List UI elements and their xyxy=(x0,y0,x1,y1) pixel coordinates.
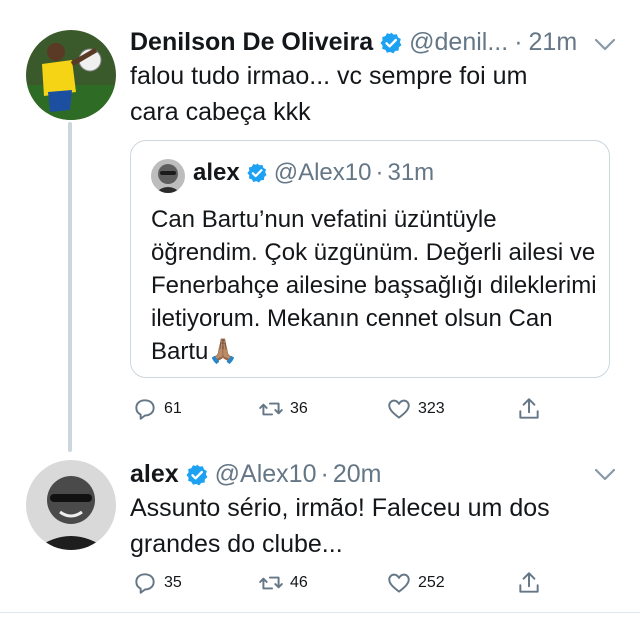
share-icon xyxy=(519,398,539,419)
player-photo xyxy=(26,30,116,120)
reply-button[interactable]: 35 xyxy=(132,570,182,596)
reply-icon xyxy=(135,399,155,420)
retweet-icon xyxy=(259,402,283,416)
retweet-count: 46 xyxy=(290,574,308,591)
display-name: alex xyxy=(193,159,240,186)
tweet-denilson[interactable]: Denilson De Oliveira @denil... · 21m fal… xyxy=(0,0,640,452)
alex-photo xyxy=(26,460,116,550)
verified-badge-icon xyxy=(380,32,402,53)
like-button[interactable]: 252 xyxy=(386,570,445,596)
separator-dot: · xyxy=(375,159,384,186)
like-icon xyxy=(388,399,410,419)
handle: @Alex10 xyxy=(273,159,372,186)
quoted-tweet-header: alex @Alex10 · 31m xyxy=(193,159,434,187)
chevron-down-icon[interactable] xyxy=(594,38,616,52)
share-button[interactable] xyxy=(516,396,542,422)
reply-count: 35 xyxy=(164,574,182,591)
verified-badge-icon xyxy=(186,464,208,485)
retweet-count: 36 xyxy=(290,400,308,417)
reply-icon xyxy=(135,573,155,594)
retweet-button[interactable]: 46 xyxy=(258,570,308,596)
thread-connector xyxy=(68,122,72,452)
tweet-text: Assunto sério, irmão! Faleceu um dos gra… xyxy=(130,494,550,558)
separator-dot: · xyxy=(320,460,329,488)
tweet-header: alex @Alex10 · 20m xyxy=(130,460,381,489)
tweet-divider xyxy=(0,612,640,613)
avatar xyxy=(151,159,185,193)
quoted-tweet[interactable]: alex @Alex10 · 31m Can Bartu’nun vefatin… xyxy=(130,140,610,378)
like-count: 323 xyxy=(418,400,445,417)
like-count: 252 xyxy=(418,574,445,591)
separator-dot: · xyxy=(514,28,523,56)
tweet-header: Denilson De Oliveira @denil... · 21m xyxy=(130,28,577,57)
retweet-button[interactable]: 36 xyxy=(258,396,308,422)
timestamp: 31m xyxy=(387,159,435,186)
quoted-tweet-text: Can Bartu’nun vefatini üzüntüyle öğrendi… xyxy=(151,206,597,365)
timestamp[interactable]: 20m xyxy=(333,460,382,489)
like-button[interactable]: 323 xyxy=(386,396,445,422)
display-name[interactable]: Denilson De Oliveira xyxy=(130,28,373,57)
verified-badge-icon xyxy=(247,163,267,183)
retweet-icon xyxy=(259,576,283,590)
handle[interactable]: @Alex10 xyxy=(215,460,317,489)
display-name[interactable]: alex xyxy=(130,460,179,489)
reply-button[interactable]: 61 xyxy=(132,396,182,422)
handle[interactable]: @denil... xyxy=(409,28,508,57)
tweet-alex[interactable]: alex @Alex10 · 20m Assunto sério, irmão!… xyxy=(0,452,640,612)
like-icon xyxy=(388,573,410,593)
timestamp[interactable]: 21m xyxy=(529,28,578,57)
avatar[interactable] xyxy=(26,460,116,550)
alex-photo xyxy=(151,159,185,193)
share-icon xyxy=(519,572,539,593)
chevron-down-icon[interactable] xyxy=(594,468,616,482)
tweet-text: falou tudo irmao... vc sempre foi um car… xyxy=(130,62,528,126)
share-button[interactable] xyxy=(516,570,542,596)
avatar[interactable] xyxy=(26,30,116,120)
reply-count: 61 xyxy=(164,400,182,417)
